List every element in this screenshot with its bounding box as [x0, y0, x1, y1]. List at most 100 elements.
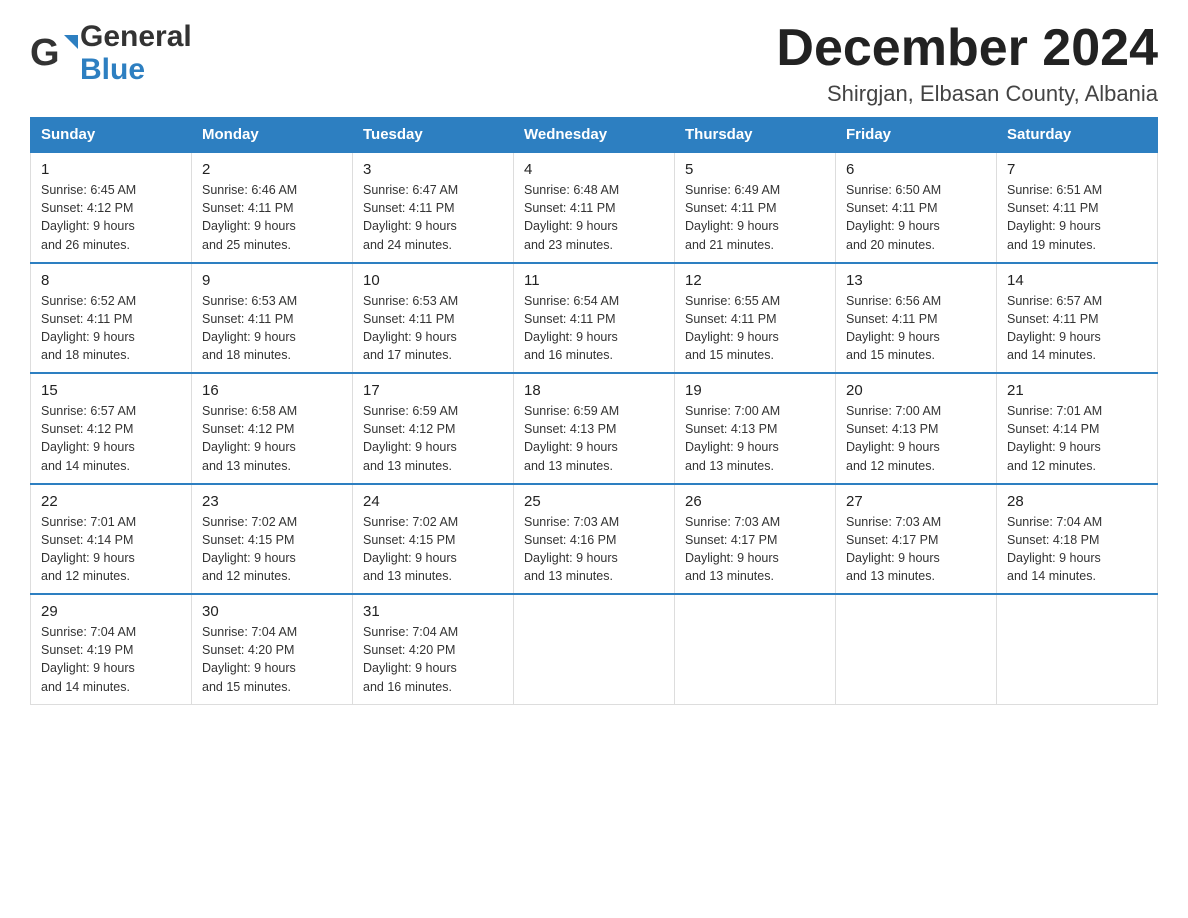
day-info: Sunrise: 6:58 AM Sunset: 4:12 PM Dayligh… — [202, 402, 342, 475]
weekday-header-friday: Friday — [836, 118, 997, 153]
calendar-cell: 12 Sunrise: 6:55 AM Sunset: 4:11 PM Dayl… — [675, 263, 836, 374]
day-info: Sunrise: 6:51 AM Sunset: 4:11 PM Dayligh… — [1007, 181, 1147, 254]
day-number: 29 — [41, 603, 181, 620]
day-info: Sunrise: 7:04 AM Sunset: 4:18 PM Dayligh… — [1007, 513, 1147, 586]
calendar-subtitle: Shirgjan, Elbasan County, Albania — [776, 81, 1158, 107]
calendar-cell: 28 Sunrise: 7:04 AM Sunset: 4:18 PM Dayl… — [997, 484, 1158, 595]
day-number: 12 — [685, 272, 825, 289]
day-info: Sunrise: 7:00 AM Sunset: 4:13 PM Dayligh… — [846, 402, 986, 475]
calendar-cell: 24 Sunrise: 7:02 AM Sunset: 4:15 PM Dayl… — [353, 484, 514, 595]
day-info: Sunrise: 6:53 AM Sunset: 4:11 PM Dayligh… — [202, 292, 342, 365]
calendar-cell: 5 Sunrise: 6:49 AM Sunset: 4:11 PM Dayli… — [675, 152, 836, 263]
day-number: 21 — [1007, 382, 1147, 399]
calendar-cell: 1 Sunrise: 6:45 AM Sunset: 4:12 PM Dayli… — [31, 152, 192, 263]
day-number: 14 — [1007, 272, 1147, 289]
day-info: Sunrise: 7:02 AM Sunset: 4:15 PM Dayligh… — [202, 513, 342, 586]
day-number: 25 — [524, 493, 664, 510]
day-number: 26 — [685, 493, 825, 510]
day-number: 15 — [41, 382, 181, 399]
day-info: Sunrise: 6:57 AM Sunset: 4:11 PM Dayligh… — [1007, 292, 1147, 365]
calendar-cell: 21 Sunrise: 7:01 AM Sunset: 4:14 PM Dayl… — [997, 373, 1158, 484]
calendar-cell: 13 Sunrise: 6:56 AM Sunset: 4:11 PM Dayl… — [836, 263, 997, 374]
weekday-header-monday: Monday — [192, 118, 353, 153]
day-info: Sunrise: 6:57 AM Sunset: 4:12 PM Dayligh… — [41, 402, 181, 475]
calendar-cell: 2 Sunrise: 6:46 AM Sunset: 4:11 PM Dayli… — [192, 152, 353, 263]
day-number: 24 — [363, 493, 503, 510]
day-info: Sunrise: 6:55 AM Sunset: 4:11 PM Dayligh… — [685, 292, 825, 365]
calendar-cell: 15 Sunrise: 6:57 AM Sunset: 4:12 PM Dayl… — [31, 373, 192, 484]
calendar-cell — [836, 594, 997, 704]
day-info: Sunrise: 6:50 AM Sunset: 4:11 PM Dayligh… — [846, 181, 986, 254]
day-number: 4 — [524, 161, 664, 178]
day-info: Sunrise: 6:49 AM Sunset: 4:11 PM Dayligh… — [685, 181, 825, 254]
day-info: Sunrise: 7:02 AM Sunset: 4:15 PM Dayligh… — [363, 513, 503, 586]
day-info: Sunrise: 7:04 AM Sunset: 4:20 PM Dayligh… — [363, 623, 503, 696]
day-number: 8 — [41, 272, 181, 289]
calendar-cell: 6 Sunrise: 6:50 AM Sunset: 4:11 PM Dayli… — [836, 152, 997, 263]
title-section: December 2024 Shirgjan, Elbasan County, … — [776, 20, 1158, 107]
day-number: 23 — [202, 493, 342, 510]
logo-blue: Blue — [80, 53, 192, 86]
calendar-cell: 19 Sunrise: 7:00 AM Sunset: 4:13 PM Dayl… — [675, 373, 836, 484]
day-number: 10 — [363, 272, 503, 289]
logo: G General Blue — [30, 20, 192, 86]
day-info: Sunrise: 7:04 AM Sunset: 4:20 PM Dayligh… — [202, 623, 342, 696]
day-info: Sunrise: 6:48 AM Sunset: 4:11 PM Dayligh… — [524, 181, 664, 254]
weekday-header-tuesday: Tuesday — [353, 118, 514, 153]
day-info: Sunrise: 7:00 AM Sunset: 4:13 PM Dayligh… — [685, 402, 825, 475]
calendar-cell: 3 Sunrise: 6:47 AM Sunset: 4:11 PM Dayli… — [353, 152, 514, 263]
calendar-cell: 22 Sunrise: 7:01 AM Sunset: 4:14 PM Dayl… — [31, 484, 192, 595]
day-number: 5 — [685, 161, 825, 178]
day-info: Sunrise: 7:03 AM Sunset: 4:17 PM Dayligh… — [685, 513, 825, 586]
calendar-cell: 17 Sunrise: 6:59 AM Sunset: 4:12 PM Dayl… — [353, 373, 514, 484]
day-number: 16 — [202, 382, 342, 399]
calendar-cell — [675, 594, 836, 704]
day-number: 9 — [202, 272, 342, 289]
day-info: Sunrise: 6:59 AM Sunset: 4:12 PM Dayligh… — [363, 402, 503, 475]
calendar-cell: 8 Sunrise: 6:52 AM Sunset: 4:11 PM Dayli… — [31, 263, 192, 374]
svg-text:G: G — [30, 32, 60, 74]
day-info: Sunrise: 7:03 AM Sunset: 4:17 PM Dayligh… — [846, 513, 986, 586]
day-number: 19 — [685, 382, 825, 399]
calendar-cell: 10 Sunrise: 6:53 AM Sunset: 4:11 PM Dayl… — [353, 263, 514, 374]
calendar-cell: 7 Sunrise: 6:51 AM Sunset: 4:11 PM Dayli… — [997, 152, 1158, 263]
calendar-cell: 20 Sunrise: 7:00 AM Sunset: 4:13 PM Dayl… — [836, 373, 997, 484]
day-info: Sunrise: 7:03 AM Sunset: 4:16 PM Dayligh… — [524, 513, 664, 586]
calendar-table: SundayMondayTuesdayWednesdayThursdayFrid… — [30, 117, 1158, 705]
calendar-cell: 9 Sunrise: 6:53 AM Sunset: 4:11 PM Dayli… — [192, 263, 353, 374]
day-info: Sunrise: 6:53 AM Sunset: 4:11 PM Dayligh… — [363, 292, 503, 365]
calendar-cell: 27 Sunrise: 7:03 AM Sunset: 4:17 PM Dayl… — [836, 484, 997, 595]
logo-general: General — [80, 20, 192, 53]
day-number: 2 — [202, 161, 342, 178]
day-number: 18 — [524, 382, 664, 399]
weekday-header-thursday: Thursday — [675, 118, 836, 153]
calendar-cell: 11 Sunrise: 6:54 AM Sunset: 4:11 PM Dayl… — [514, 263, 675, 374]
weekday-header-wednesday: Wednesday — [514, 118, 675, 153]
day-info: Sunrise: 6:47 AM Sunset: 4:11 PM Dayligh… — [363, 181, 503, 254]
day-info: Sunrise: 6:59 AM Sunset: 4:13 PM Dayligh… — [524, 402, 664, 475]
day-number: 17 — [363, 382, 503, 399]
calendar-cell: 16 Sunrise: 6:58 AM Sunset: 4:12 PM Dayl… — [192, 373, 353, 484]
calendar-cell: 23 Sunrise: 7:02 AM Sunset: 4:15 PM Dayl… — [192, 484, 353, 595]
day-info: Sunrise: 7:01 AM Sunset: 4:14 PM Dayligh… — [1007, 402, 1147, 475]
calendar-cell: 25 Sunrise: 7:03 AM Sunset: 4:16 PM Dayl… — [514, 484, 675, 595]
weekday-header-sunday: Sunday — [31, 118, 192, 153]
page-header: G General Blue December 2024 Shirgjan, E… — [30, 20, 1158, 107]
day-number: 20 — [846, 382, 986, 399]
day-number: 11 — [524, 272, 664, 289]
day-info: Sunrise: 6:54 AM Sunset: 4:11 PM Dayligh… — [524, 292, 664, 365]
calendar-cell: 30 Sunrise: 7:04 AM Sunset: 4:20 PM Dayl… — [192, 594, 353, 704]
calendar-cell: 26 Sunrise: 7:03 AM Sunset: 4:17 PM Dayl… — [675, 484, 836, 595]
calendar-title: December 2024 — [776, 20, 1158, 77]
day-info: Sunrise: 6:46 AM Sunset: 4:11 PM Dayligh… — [202, 181, 342, 254]
day-info: Sunrise: 6:52 AM Sunset: 4:11 PM Dayligh… — [41, 292, 181, 365]
logo-icon: G — [30, 27, 78, 79]
calendar-cell: 29 Sunrise: 7:04 AM Sunset: 4:19 PM Dayl… — [31, 594, 192, 704]
day-info: Sunrise: 6:45 AM Sunset: 4:12 PM Dayligh… — [41, 181, 181, 254]
calendar-cell: 18 Sunrise: 6:59 AM Sunset: 4:13 PM Dayl… — [514, 373, 675, 484]
calendar-cell: 31 Sunrise: 7:04 AM Sunset: 4:20 PM Dayl… — [353, 594, 514, 704]
day-number: 22 — [41, 493, 181, 510]
calendar-cell: 14 Sunrise: 6:57 AM Sunset: 4:11 PM Dayl… — [997, 263, 1158, 374]
day-info: Sunrise: 6:56 AM Sunset: 4:11 PM Dayligh… — [846, 292, 986, 365]
day-number: 13 — [846, 272, 986, 289]
